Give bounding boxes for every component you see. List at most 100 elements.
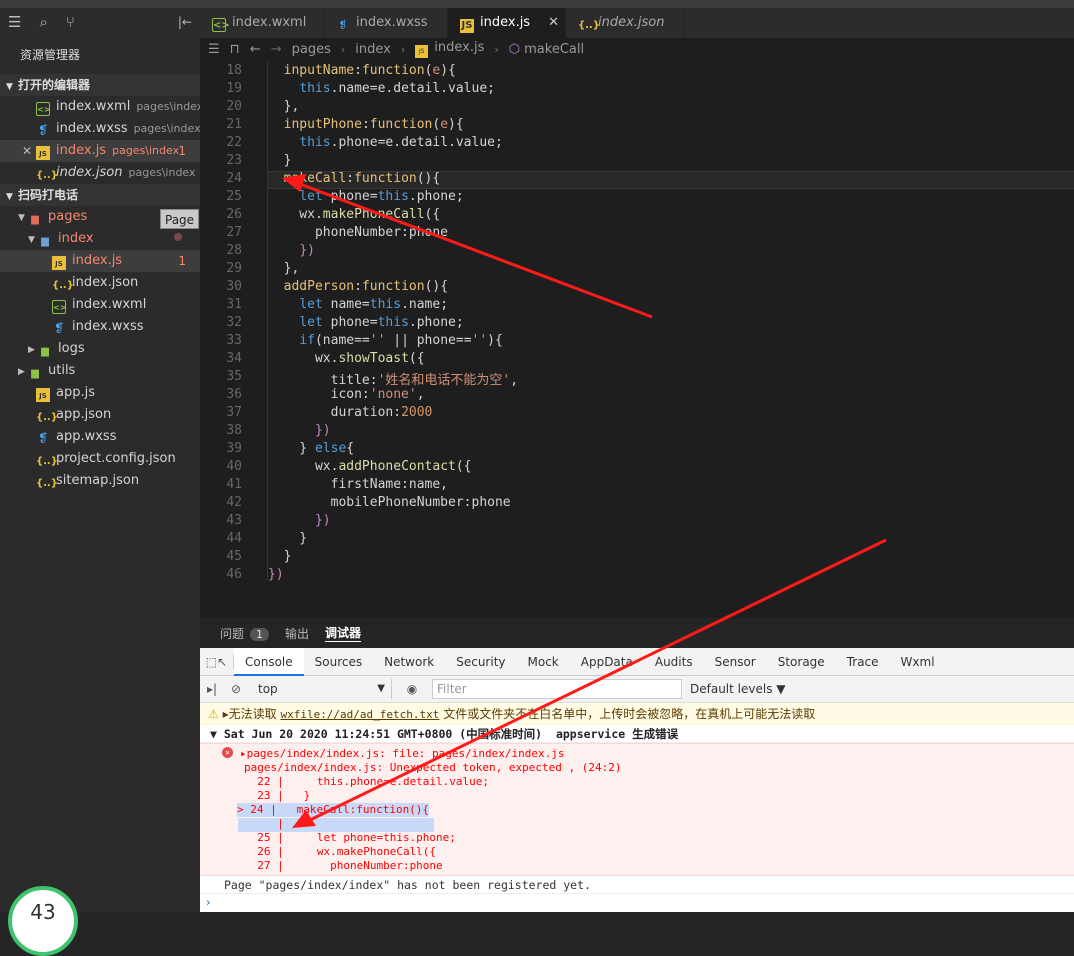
- tree-folder-logs[interactable]: ▶ ▆ logs: [0, 338, 200, 360]
- console-prompt[interactable]: ›: [200, 894, 1074, 910]
- devtools-tab-appdata[interactable]: AppData: [570, 648, 644, 676]
- devtools-tab-wxml[interactable]: Wxml: [890, 648, 946, 676]
- collapse-sidebar-icon[interactable]: |←: [178, 15, 192, 29]
- breadcrumb-symbol[interactable]: ⬡ makeCall: [509, 42, 584, 57]
- sidebar-toggle-icon[interactable]: ▸|: [200, 682, 224, 696]
- open-editor-item[interactable]: ❡ index.wxss pages\index: [0, 118, 200, 140]
- tree-file-project-config[interactable]: {..}project.config.json: [0, 448, 200, 470]
- tree-file-app-json[interactable]: {..}app.json: [0, 404, 200, 426]
- tree-file-index-wxss[interactable]: ❡ index.wxss: [0, 316, 200, 338]
- project-header[interactable]: ▼ 扫码打电话: [0, 184, 200, 206]
- error-line: 23 | }: [244, 789, 311, 802]
- forward-arrow-icon[interactable]: →: [271, 42, 282, 57]
- folder-icon: ▆: [31, 214, 39, 225]
- source-control-icon[interactable]: ⑂: [66, 13, 75, 31]
- tree-file-index-js[interactable]: JS index.js 1: [0, 250, 200, 272]
- menu-icon[interactable]: ☰: [8, 13, 21, 31]
- line-number: 39: [226, 441, 242, 456]
- json-file-icon: {..}: [52, 280, 74, 291]
- wxss-file-icon: ❡: [338, 20, 348, 31]
- code-line: } else{: [268, 441, 355, 456]
- tab-debugger[interactable]: 调试器: [325, 624, 362, 642]
- devtools-tab-console[interactable]: Console: [234, 647, 304, 676]
- tab-index-wxml[interactable]: <> index.wxml: [200, 8, 324, 38]
- open-editor-item[interactable]: {..}index.json pages\index: [0, 162, 200, 184]
- code-line: this.name=e.detail.value;: [299, 81, 495, 96]
- line-number: 32: [226, 315, 242, 330]
- line-number: 28: [226, 243, 242, 258]
- line-number: 22: [226, 135, 242, 150]
- close-tab-icon[interactable]: ✕: [548, 15, 559, 30]
- warning-icon: ⚠: [208, 707, 219, 721]
- open-editor-item[interactable]: ✕ JS index.js pages\index 1: [0, 140, 200, 162]
- wxss-file-icon: ❡: [37, 431, 49, 445]
- context-select[interactable]: top ▼: [252, 679, 392, 699]
- devtools-tab-trace[interactable]: Trace: [836, 648, 890, 676]
- js-file-icon: JS: [415, 45, 429, 58]
- line-number: 40: [226, 459, 242, 474]
- eye-icon[interactable]: ◉: [400, 682, 424, 696]
- console-warning: ⚠ ▸无法读取 wxfile://ad/ad_fetch.txt 文件或文件夹不…: [200, 703, 1074, 725]
- console-group-header[interactable]: ▼ Sat Jun 20 2020 11:24:51 GMT+0800 (中国标…: [200, 725, 1074, 743]
- filter-input[interactable]: Filter: [432, 679, 682, 699]
- line-number: 25: [226, 189, 242, 204]
- toast-title-string: 姓名和电话不能为空: [385, 373, 503, 388]
- clear-console-icon[interactable]: ⊘: [224, 682, 248, 696]
- tree-folder-index[interactable]: ▼ ▆ index: [0, 228, 200, 250]
- tree-folder-utils[interactable]: ▶ ▆ utils: [0, 360, 200, 382]
- code-line: firstName:name,: [268, 477, 449, 492]
- tree-file-index-wxml[interactable]: <> index.wxml: [0, 294, 200, 316]
- code-line: icon:'none',: [268, 387, 425, 402]
- warning-link[interactable]: wxfile://ad/ad_fetch.txt: [280, 708, 439, 721]
- list-icon[interactable]: ☰: [208, 42, 220, 57]
- tab-index-wxss[interactable]: ❡ index.wxss: [324, 8, 448, 38]
- problems-count-badge: 1: [250, 627, 270, 641]
- line-number: 42: [226, 495, 242, 510]
- tab-index-js[interactable]: JS index.js ✕: [448, 8, 566, 38]
- back-arrow-icon[interactable]: ←: [250, 42, 261, 57]
- code-editor[interactable]: 18 19 20 21 22 23 24 25 26 27 28 29 30 31 32 33 34 35 36 37…: [200, 60, 1074, 618]
- explorer-title: 资源管理器: [20, 48, 81, 62]
- breadcrumb-index[interactable]: index: [355, 42, 391, 57]
- line-number: 37: [226, 405, 242, 420]
- chevron-down-icon: ▼: [6, 192, 13, 202]
- log-levels-dropdown[interactable]: Default levels ▼: [690, 682, 786, 696]
- devtools-tab-security[interactable]: Security: [445, 648, 516, 676]
- breadcrumb-index-js[interactable]: JS index.js: [415, 40, 484, 58]
- code-line: }: [268, 153, 292, 168]
- tab-problems[interactable]: 问题 1: [220, 625, 270, 642]
- code-line: },: [268, 99, 300, 114]
- line-number: 36: [226, 387, 242, 402]
- close-icon[interactable]: ✕: [22, 140, 32, 162]
- title-strip: [0, 0, 1074, 8]
- open-editors-header[interactable]: ▼ 打开的编辑器: [0, 74, 200, 96]
- devtools-tab-sources[interactable]: Sources: [304, 648, 373, 676]
- devtools-tab-audits[interactable]: Audits: [644, 648, 704, 676]
- devtools-tab-network[interactable]: Network: [373, 648, 445, 676]
- tree-file-app-js[interactable]: JS app.js: [0, 382, 200, 404]
- code-line: addPerson:function(){: [283, 279, 449, 294]
- tree-file-app-wxss[interactable]: ❡ app.wxss: [0, 426, 200, 448]
- json-file-icon: {..}: [36, 412, 58, 423]
- json-file-icon: {..}: [36, 170, 58, 181]
- inspect-element-icon[interactable]: ⬚↖: [200, 654, 234, 669]
- wxml-file-icon: <>: [36, 102, 50, 116]
- devtools-tab-sensor[interactable]: Sensor: [704, 648, 767, 676]
- devtools-tab-mock[interactable]: Mock: [517, 648, 570, 676]
- error-count-badge: 1: [178, 254, 186, 268]
- wxss-file-icon: ❡: [53, 321, 65, 335]
- line-number: 44: [226, 531, 242, 546]
- tree-file-index-json[interactable]: {..}index.json: [0, 272, 200, 294]
- line-number: 21: [226, 117, 242, 132]
- tree-file-sitemap[interactable]: {..}sitemap.json: [0, 470, 200, 492]
- breadcrumb-pages[interactable]: pages: [292, 42, 331, 57]
- bookmark-icon[interactable]: ⊓: [230, 42, 240, 57]
- tab-output[interactable]: 输出: [285, 625, 309, 642]
- error-count-badge: 1: [178, 144, 186, 158]
- line-number: 33: [226, 333, 242, 348]
- open-editor-item[interactable]: <> index.wxml pages\index: [0, 96, 200, 118]
- code-line: wx.makePhoneCall({: [268, 207, 441, 222]
- devtools-tab-storage[interactable]: Storage: [767, 648, 836, 676]
- search-icon[interactable]: ⌕: [39, 13, 47, 31]
- tab-index-json[interactable]: {..}index.json: [566, 8, 684, 38]
